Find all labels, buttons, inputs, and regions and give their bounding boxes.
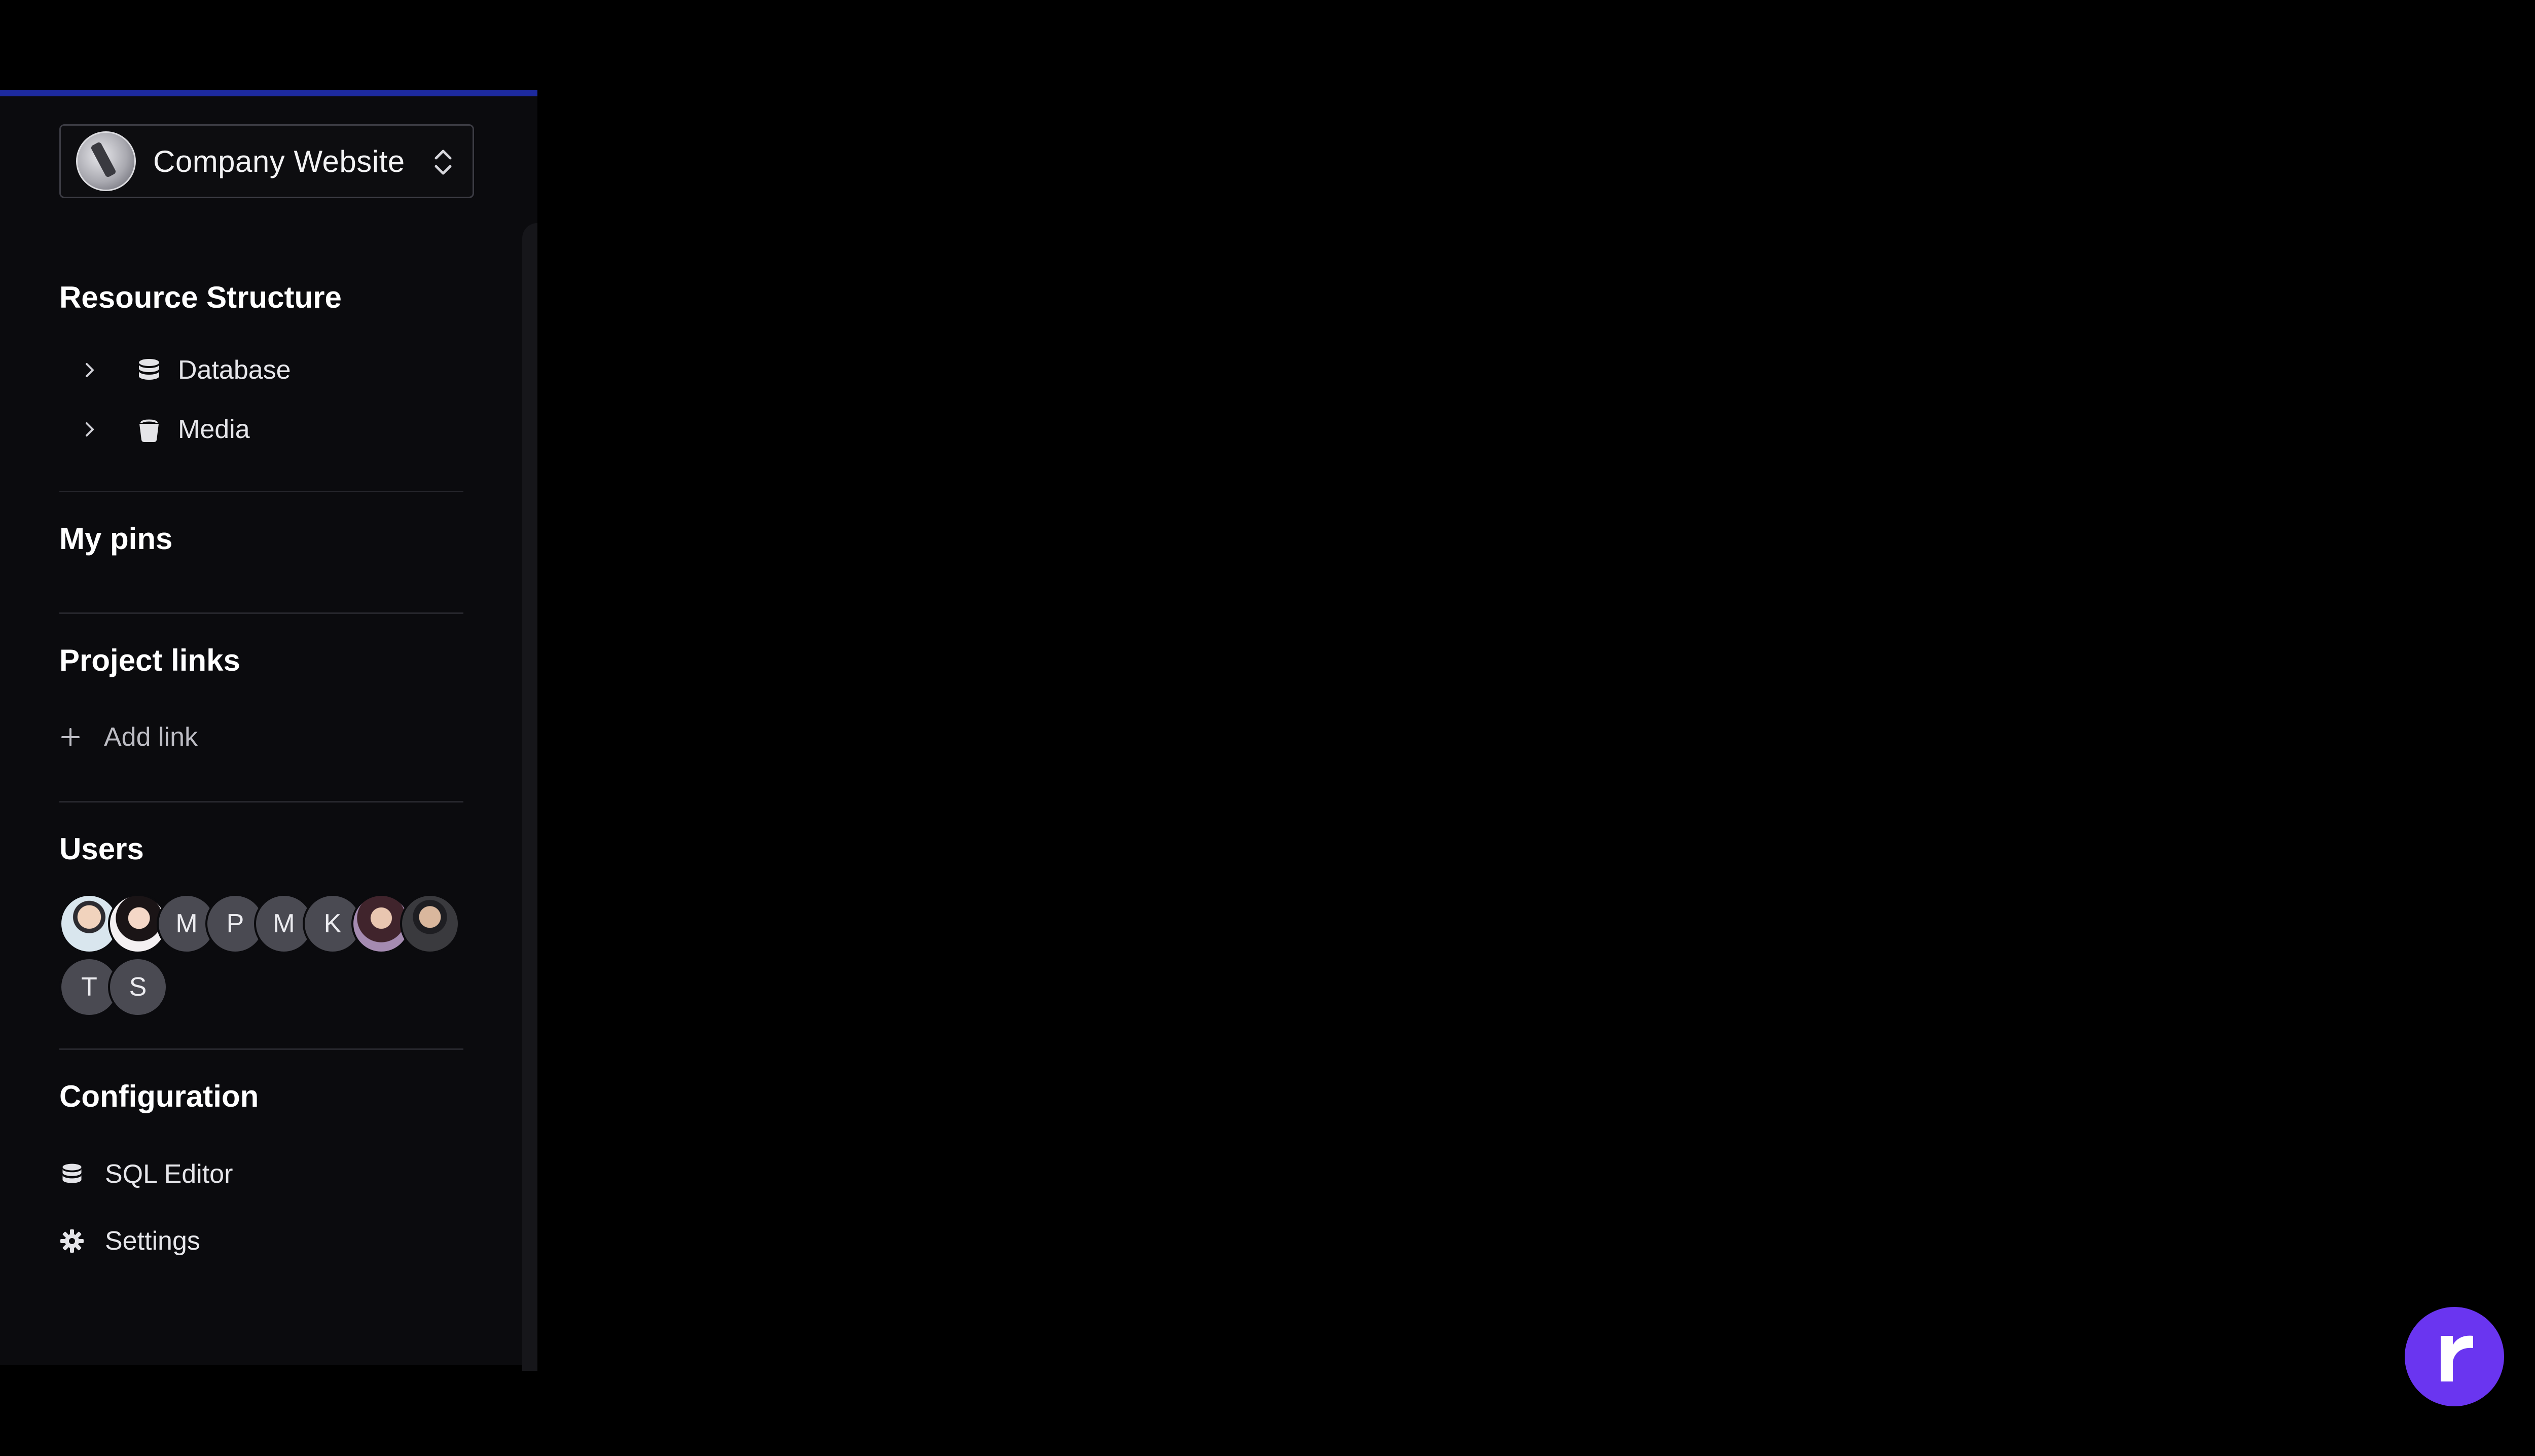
- divider: [59, 801, 463, 803]
- sidebar: Company Website Resource Structure Datab…: [0, 90, 537, 1371]
- sql-editor-link[interactable]: SQL Editor: [59, 1154, 233, 1194]
- configuration-title: Configuration: [59, 1079, 259, 1113]
- r-logo-icon: [2441, 1335, 2473, 1381]
- divider: [59, 612, 463, 614]
- settings-link[interactable]: Settings: [59, 1221, 200, 1261]
- resource-structure-section: Resource Structure: [59, 280, 463, 315]
- chevron-right-icon[interactable]: [80, 360, 100, 380]
- tree-item-database[interactable]: Database: [59, 350, 291, 390]
- tree-item-label: Media: [178, 415, 250, 444]
- database-icon: [62, 1163, 82, 1183]
- users-title: Users: [59, 832, 144, 866]
- project-switcher[interactable]: Company Website: [59, 124, 474, 198]
- app-launcher-button[interactable]: [2405, 1307, 2504, 1406]
- pins-title: My pins: [59, 522, 173, 556]
- user-avatars: M P M K T S: [59, 894, 465, 1021]
- pins-section: My pins: [59, 521, 463, 556]
- project-links-title: Project links: [59, 643, 240, 677]
- divider: [59, 1048, 463, 1050]
- gear-icon: [60, 1229, 84, 1253]
- users-section: Users: [59, 831, 463, 866]
- project-links-section: Project links: [59, 643, 463, 678]
- scrollbar-track[interactable]: [522, 223, 537, 1371]
- bucket-icon: [139, 419, 159, 442]
- user-avatar[interactable]: [400, 894, 460, 954]
- tree-item-label: Database: [178, 355, 291, 385]
- resource-structure-title: Resource Structure: [59, 280, 342, 314]
- database-icon: [139, 359, 159, 380]
- settings-label: Settings: [105, 1226, 200, 1256]
- project-avatar: [76, 131, 136, 191]
- project-name: Company Website: [153, 144, 405, 178]
- add-link-button[interactable]: Add link: [59, 717, 198, 757]
- configuration-section: Configuration: [59, 1079, 463, 1114]
- user-avatar[interactable]: S: [108, 957, 168, 1017]
- divider: [59, 491, 463, 492]
- add-link-label: Add link: [104, 722, 198, 752]
- sql-editor-label: SQL Editor: [105, 1159, 233, 1189]
- chevron-up-down-icon: [434, 150, 452, 175]
- tree-item-media[interactable]: Media: [59, 409, 250, 450]
- plus-icon: [61, 728, 80, 746]
- chevron-right-icon[interactable]: [80, 419, 100, 440]
